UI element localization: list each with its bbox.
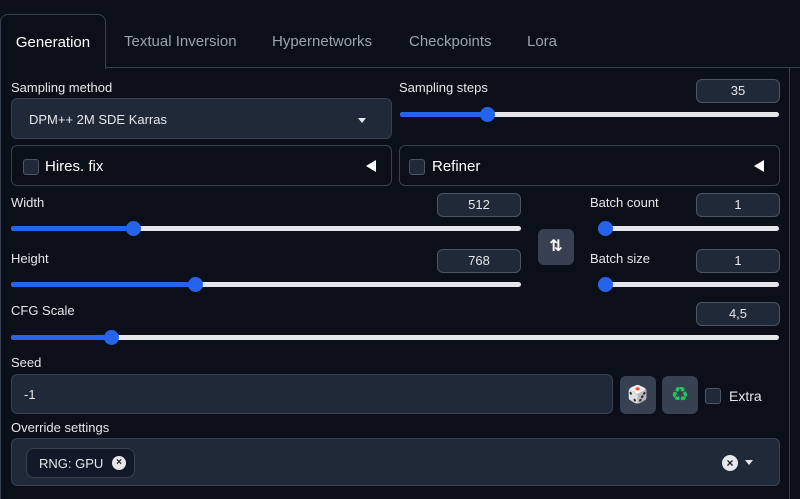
slider-thumb[interactable] (598, 277, 613, 292)
tab-textual-inversion[interactable]: Textual Inversion (124, 33, 237, 50)
remove-chip-icon[interactable]: × (112, 456, 126, 470)
override-chip-label: RNG: GPU (39, 456, 104, 471)
sampling-method-label: Sampling method (11, 80, 113, 95)
slider-fill (11, 226, 134, 231)
height-label: Height (11, 251, 49, 266)
override-chip-rng: RNG: GPU × (26, 448, 135, 478)
dice-icon: 🎲 (627, 385, 649, 404)
cfg-scale-input[interactable]: 4,5 (696, 302, 780, 326)
tab-bar: Generation Textual Inversion Hypernetwor… (0, 0, 800, 69)
batch-size-label: Batch size (590, 251, 650, 266)
swap-arrows-icon: ⇅ (549, 238, 563, 255)
slider-fill (11, 335, 111, 340)
width-input[interactable]: 512 (437, 193, 521, 217)
swap-dimensions-button[interactable]: ⇅ (538, 229, 574, 265)
slider-fill (400, 112, 488, 117)
batch-size-slider[interactable] (598, 277, 779, 292)
hires-fix-label: Hires. fix (45, 158, 104, 175)
slider-thumb[interactable] (103, 330, 119, 345)
batch-count-slider[interactable] (598, 221, 779, 236)
collapse-arrow-icon[interactable] (754, 160, 764, 172)
tab-lora[interactable]: Lora (527, 33, 557, 50)
collapse-arrow-icon[interactable] (366, 160, 376, 172)
override-settings-label: Override settings (11, 420, 110, 435)
width-label: Width (11, 195, 45, 210)
seed-label: Seed (11, 355, 42, 370)
chevron-down-icon[interactable] (745, 460, 753, 465)
sampling-steps-input[interactable]: 35 (696, 79, 780, 103)
sampling-steps-slider[interactable] (400, 107, 779, 122)
refiner-accordion[interactable]: Refiner (399, 145, 780, 186)
height-slider[interactable] (11, 277, 521, 292)
clear-all-icon[interactable]: × (722, 455, 738, 471)
batch-size-input[interactable]: 1 (696, 249, 780, 273)
extra-checkbox[interactable] (705, 388, 721, 404)
tab-hypernetworks[interactable]: Hypernetworks (272, 33, 372, 50)
extra-label: Extra (729, 388, 762, 404)
sampling-steps-label: Sampling steps (399, 80, 488, 95)
random-seed-button[interactable]: 🎲 (620, 376, 656, 414)
height-input[interactable]: 768 (437, 249, 521, 273)
chevron-down-icon (358, 118, 366, 123)
cfg-scale-slider[interactable] (11, 330, 779, 345)
batch-count-input[interactable]: 1 (696, 193, 780, 217)
refiner-label: Refiner (432, 158, 481, 175)
cfg-scale-label: CFG Scale (11, 303, 75, 318)
refiner-checkbox[interactable] (409, 159, 425, 175)
sampling-method-value: DPM++ 2M SDE Karras (29, 112, 167, 127)
tab-generation[interactable]: Generation (0, 14, 106, 69)
hires-fix-checkbox[interactable] (23, 159, 39, 175)
reuse-seed-button[interactable]: ♻ (662, 376, 698, 414)
recycle-icon: ♻ (671, 384, 689, 406)
batch-count-label: Batch count (590, 195, 659, 210)
slider-fill (11, 282, 195, 287)
seed-input[interactable]: -1 (11, 374, 613, 414)
sampling-method-dropdown[interactable]: DPM++ 2M SDE Karras (11, 98, 392, 139)
tab-checkpoints[interactable]: Checkpoints (409, 33, 492, 50)
slider-thumb[interactable] (598, 221, 613, 236)
slider-thumb[interactable] (187, 277, 203, 292)
hires-fix-accordion[interactable]: Hires. fix (11, 145, 392, 186)
override-settings-multiselect[interactable]: RNG: GPU × × (11, 438, 780, 486)
width-slider[interactable] (11, 221, 521, 236)
